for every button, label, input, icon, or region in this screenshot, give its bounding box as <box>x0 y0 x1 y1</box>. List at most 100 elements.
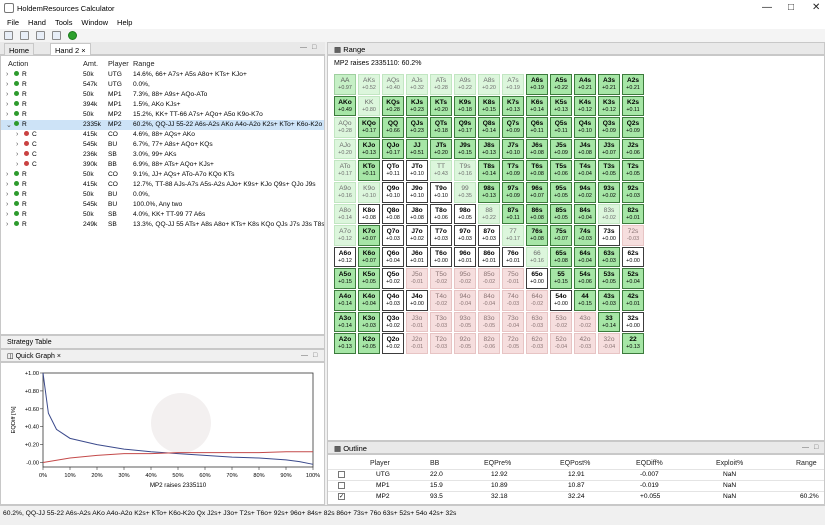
outline-row[interactable]: UTG 22.0 12.92 12.91 -0.007 NaN <box>328 469 824 479</box>
hand-cell[interactable]: Q5o +0.02 <box>382 268 404 289</box>
hand-cell[interactable]: J3s +0.07 <box>598 138 620 160</box>
hand-cell[interactable]: 32s +0.00 <box>622 311 644 333</box>
hand-cell[interactable]: JTs +0.20 <box>430 138 452 160</box>
hand-cell[interactable]: K5o +0.05 <box>358 268 380 289</box>
action-row[interactable]: › R 50k CO 9.1%, JJ+ AQs+ ATo-A7o KQo KTs <box>1 170 324 180</box>
chevron-right-icon[interactable]: › <box>16 151 18 158</box>
chevron-right-icon[interactable]: › <box>6 81 8 88</box>
outline-col-eqpost[interactable]: EQPost% <box>560 460 590 467</box>
hand-cell[interactable]: J8o +0.08 <box>406 203 428 225</box>
hand-cell[interactable]: 93s +0.02 <box>598 182 620 203</box>
hand-cell[interactable]: J4s +0.08 <box>574 138 596 160</box>
hand-cell[interactable]: A4s +0.21 <box>574 74 596 95</box>
hand-cell[interactable]: 75o -0.01 <box>502 268 524 289</box>
tab-home[interactable]: Home <box>4 43 35 55</box>
hand-cell[interactable]: JJ +0.51 <box>406 138 428 160</box>
hand-cell[interactable]: KQs +0.28 <box>382 95 404 117</box>
hand-cell[interactable]: Q3s +0.09 <box>598 117 620 138</box>
hand-cell[interactable]: AKs +0.52 <box>358 74 380 95</box>
col-amt[interactable]: Amt. <box>83 59 98 68</box>
minimize-outline-icon[interactable]: — <box>802 444 809 451</box>
hand-cell[interactable]: 83s +0.02 <box>598 203 620 225</box>
hand-cell[interactable]: ATo +0.17 <box>334 160 356 181</box>
hand-cell[interactable]: A3s +0.21 <box>598 74 620 95</box>
hand-cell[interactable]: J8s +0.13 <box>478 138 500 160</box>
hand-cell[interactable]: ATs +0.28 <box>430 74 452 95</box>
hand-cell[interactable]: 97o +0.03 <box>454 225 476 246</box>
hand-cell[interactable]: J7s +0.10 <box>502 138 524 160</box>
hand-cell[interactable]: KK +0.80 <box>358 95 380 117</box>
chevron-right-icon[interactable]: › <box>6 71 8 78</box>
hand-cell[interactable]: 64o -0.02 <box>526 290 548 311</box>
hand-cell[interactable]: A9s +0.22 <box>454 74 476 95</box>
outline-col-bb[interactable]: BB <box>430 460 439 467</box>
hand-cell[interactable]: 66 +0.16 <box>526 246 548 268</box>
hand-cell[interactable]: 92s +0.03 <box>622 182 644 203</box>
action-row[interactable]: › R 50k SB 4.0%, KK+ TT-99 77 A6s <box>1 210 324 220</box>
range-tab[interactable]: ▦ Range <box>334 45 365 54</box>
action-row[interactable]: › R 50k MP2 15.2%, KK+ TT-66 A7s+ AQo+ A5o K… <box>1 110 324 120</box>
hand-cell[interactable]: QTo +0.11 <box>382 160 404 181</box>
hand-cell[interactable]: J3o -0.01 <box>406 311 428 333</box>
hand-cell[interactable]: 86o +0.01 <box>478 246 500 268</box>
close-tab-icon[interactable]: × <box>81 46 85 55</box>
hand-cell[interactable]: KTo +0.11 <box>358 160 380 181</box>
hand-cell[interactable]: 22 +0.13 <box>622 333 644 354</box>
chevron-right-icon[interactable]: › <box>6 221 8 228</box>
hand-cell[interactable]: A6s +0.19 <box>526 74 548 95</box>
hand-cell[interactable]: K7o +0.07 <box>358 225 380 246</box>
chevron-right-icon[interactable]: › <box>16 141 18 148</box>
outline-col-player[interactable]: Player <box>370 460 390 467</box>
col-range[interactable]: Range <box>133 59 155 68</box>
hand-cell[interactable]: 74s +0.03 <box>574 225 596 246</box>
hand-cell[interactable]: J9o +0.10 <box>406 182 428 203</box>
hand-cell[interactable]: 84o -0.04 <box>478 290 500 311</box>
quick-graph-tab[interactable]: ◫ Quick Graph × <box>7 352 61 360</box>
hand-cell[interactable]: T2o -0.03 <box>430 333 452 354</box>
hand-cell[interactable]: K4o +0.04 <box>358 290 380 311</box>
hand-cell[interactable]: KQo +0.17 <box>358 117 380 138</box>
hand-cell[interactable]: K2o +0.05 <box>358 333 380 354</box>
hand-cell[interactable]: 43o -0.02 <box>574 311 596 333</box>
hand-cell[interactable]: Q4s +0.10 <box>574 117 596 138</box>
hand-cell[interactable]: Q2o +0.02 <box>382 333 404 354</box>
hand-cell[interactable]: 63o -0.03 <box>526 311 548 333</box>
menu-window[interactable]: Window <box>81 18 108 27</box>
hand-cell[interactable]: 65s +0.08 <box>550 246 572 268</box>
hand-cell[interactable]: T6s +0.08 <box>526 160 548 181</box>
hand-cell[interactable]: Q7s +0.09 <box>502 117 524 138</box>
hand-cell[interactable]: T5s +0.06 <box>550 160 572 181</box>
tab-hand-2[interactable]: Hand 2 × <box>50 43 91 55</box>
hand-cell[interactable]: Q2s +0.09 <box>622 117 644 138</box>
hand-cell[interactable]: J9s +0.15 <box>454 138 476 160</box>
hand-cell[interactable]: 87o +0.03 <box>478 225 500 246</box>
hand-cell[interactable]: 72o -0.05 <box>502 333 524 354</box>
hand-cell[interactable]: KJo +0.13 <box>358 138 380 160</box>
hand-cell[interactable]: 99 +0.35 <box>454 182 476 203</box>
hand-cell[interactable]: 54o +0.00 <box>550 290 572 311</box>
checkbox-checked[interactable]: ✓ <box>338 493 345 500</box>
hand-cell[interactable]: T4s +0.04 <box>574 160 596 181</box>
hand-cell[interactable]: J7o +0.02 <box>406 225 428 246</box>
hand-cell[interactable]: J5s +0.09 <box>550 138 572 160</box>
hand-cell[interactable]: 94s +0.02 <box>574 182 596 203</box>
hand-cell[interactable]: 93o -0.05 <box>454 311 476 333</box>
hand-cell[interactable]: A9o +0.16 <box>334 182 356 203</box>
hand-cell[interactable]: 52o -0.04 <box>550 333 572 354</box>
hand-cell[interactable]: 43s +0.03 <box>598 290 620 311</box>
outline-col-range[interactable]: Range <box>796 460 817 467</box>
chevron-right-icon[interactable]: › <box>16 161 18 168</box>
hand-cell[interactable]: A2o +0.13 <box>334 333 356 354</box>
menu-hand[interactable]: Hand <box>28 18 46 27</box>
hand-cell[interactable]: A5o +0.15 <box>334 268 356 289</box>
hand-cell[interactable]: QJo +0.17 <box>382 138 404 160</box>
action-row[interactable]: › R 545k BU 100.0%, Any two <box>1 200 324 210</box>
outline-col-eqdiff[interactable]: EQDiff% <box>636 460 663 467</box>
hand-cell[interactable]: 88 +0.22 <box>478 203 500 225</box>
hand-cell[interactable]: 86s +0.08 <box>526 203 548 225</box>
hand-cell[interactable]: AJs +0.32 <box>406 74 428 95</box>
hand-cell[interactable]: 82s +0.01 <box>622 203 644 225</box>
menu-file[interactable]: File <box>7 18 19 27</box>
hand-cell[interactable]: A2s +0.21 <box>622 74 644 95</box>
hand-cell[interactable]: T9s +0.16 <box>454 160 476 181</box>
